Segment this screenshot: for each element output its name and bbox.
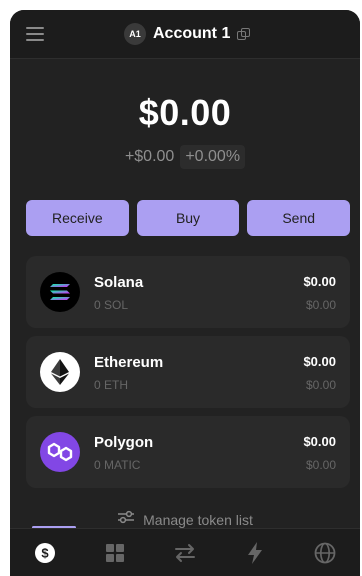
token-value-secondary: $0.00 — [305, 378, 336, 392]
total-balance: $0.00 — [138, 92, 232, 133]
account-name: Account 1 — [153, 25, 231, 42]
polygon-icon — [40, 432, 80, 472]
buy-button[interactable]: Buy — [136, 200, 240, 236]
dollar-icon[interactable]: $ — [25, 533, 65, 573]
token-amount: 0 MATIC — [94, 458, 141, 472]
copy-icon[interactable] — [237, 28, 251, 40]
header-bar: A1 Account 1 — [10, 10, 360, 59]
token-row-polygon[interactable]: Polygon 0 MATIC $0.00 $0.00 — [26, 416, 350, 488]
token-name: Solana — [94, 274, 144, 291]
change-percent: +0.00% — [180, 145, 246, 169]
account-selector[interactable]: A1 Account 1 — [124, 23, 251, 45]
token-amount: 0 ETH — [94, 378, 129, 392]
wallet-screen: A1 Account 1 $0.00 +$0.00 +0.00% Receive… — [10, 10, 360, 576]
token-amount: 0 SOL — [94, 298, 129, 312]
receive-button[interactable]: Receive — [26, 200, 129, 236]
token-row-solana[interactable]: Solana 0 SOL $0.00 $0.00 — [26, 256, 350, 328]
token-name: Ethereum — [94, 354, 164, 371]
manage-token-list-label: Manage token list — [143, 511, 253, 528]
token-row-ethereum[interactable]: Ethereum 0 ETH $0.00 $0.00 — [26, 336, 350, 408]
account-avatar: A1 — [124, 23, 146, 45]
sliders-icon — [117, 510, 135, 529]
svg-text:$: $ — [41, 546, 49, 561]
token-value-secondary: $0.00 — [305, 298, 336, 312]
ethereum-icon — [40, 352, 80, 392]
globe-icon[interactable] — [305, 533, 345, 573]
token-value-secondary: $0.00 — [305, 458, 336, 472]
swap-icon[interactable] — [165, 533, 205, 573]
token-value: $0.00 — [303, 274, 336, 289]
token-name: Polygon — [94, 434, 154, 451]
token-value: $0.00 — [303, 354, 336, 369]
send-button[interactable]: Send — [247, 200, 351, 236]
solana-icon — [40, 272, 80, 312]
token-value: $0.00 — [303, 434, 336, 449]
balance-change: +$0.00 +0.00% — [10, 145, 360, 169]
bottom-nav: $ — [10, 528, 360, 576]
menu-icon[interactable] — [26, 27, 44, 41]
change-usd: +$0.00 — [124, 148, 175, 165]
grid-icon[interactable] — [95, 533, 135, 573]
action-buttons: Receive Buy Send — [26, 200, 351, 236]
lightning-icon[interactable] — [235, 533, 275, 573]
